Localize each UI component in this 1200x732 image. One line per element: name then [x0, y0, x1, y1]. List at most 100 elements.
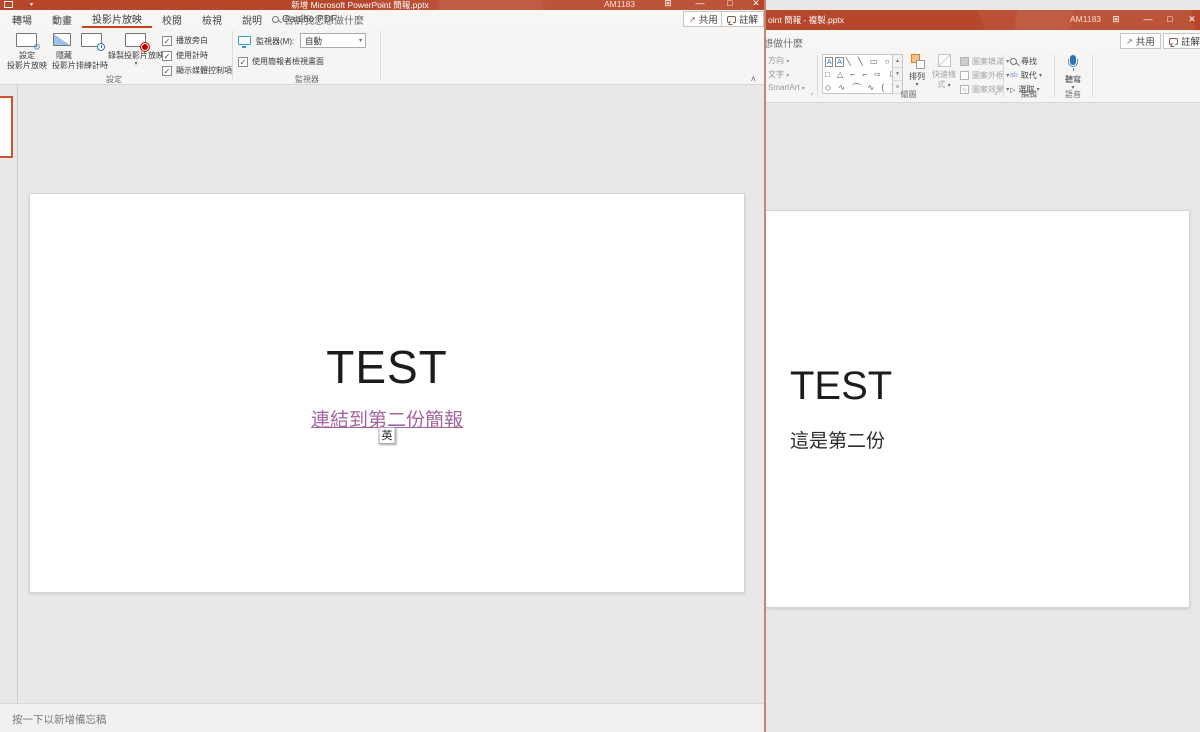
- monitor-icon: [238, 36, 251, 45]
- find-icon: [1010, 58, 1017, 65]
- shape-fill-button[interactable]: 圖案填滿 ▾: [960, 56, 1009, 67]
- arrange-button[interactable]: 排列 ▾: [905, 54, 929, 88]
- share-icon: ↗: [689, 15, 696, 24]
- close-icon[interactable]: ✕: [1184, 14, 1200, 25]
- shape-outline-icon: [960, 71, 969, 80]
- microphone-icon: [1067, 55, 1079, 73]
- comments-button[interactable]: 註解: [721, 11, 764, 27]
- account-name[interactable]: AM1183: [1070, 14, 1101, 24]
- ribbon-home: 方向 ▾ 文字 ▾ SmartArt ▾ ⌟ A A ╲ ╲ ▭ ○ □ △ ⌐…: [766, 52, 1200, 103]
- powerpoint-window-primary: ▾ 新增 Microsoft PowerPoint 簡報.pptx AM1183…: [0, 0, 766, 732]
- titlebar[interactable]: ▾ 新增 Microsoft PowerPoint 簡報.pptx AM1183…: [0, 0, 764, 10]
- scroll-up-icon[interactable]: ▴: [893, 55, 902, 68]
- tab-transitions[interactable]: 轉場: [2, 10, 42, 28]
- checkbox-icon: ✓: [238, 57, 248, 67]
- dictate-button[interactable]: 聽寫 ▾: [1060, 54, 1086, 91]
- editing-area: TEST 這是第二份: [766, 103, 1200, 732]
- setup-slideshow-button[interactable]: ⚙ 設定 投影片放映: [6, 30, 48, 78]
- group-label-setup: 設定: [0, 74, 228, 85]
- group-label-monitors: 監視器: [232, 74, 382, 85]
- vertical-textbox-shape-icon[interactable]: A: [835, 57, 843, 67]
- scroll-down-icon[interactable]: ▾: [893, 68, 902, 81]
- dialog-launcher-icon[interactable]: ⌟: [994, 88, 997, 96]
- smartart-button-cut[interactable]: SmartArt ▾: [768, 83, 805, 92]
- rehearse-timings-button[interactable]: 排練計時: [72, 30, 112, 78]
- record-caret-icon: ▾: [134, 61, 137, 67]
- ribbon-options-icon[interactable]: ⊞: [660, 0, 676, 9]
- window-title: 新增 Microsoft PowerPoint 簡報.pptx: [160, 0, 560, 10]
- dialog-launcher-icon[interactable]: ⌟: [810, 88, 813, 96]
- shapes-row2[interactable]: □ △ ⌐ ⌐ ⇨ ⇩: [823, 68, 892, 81]
- slide-thumbnail-1[interactable]: [0, 96, 13, 158]
- editing-area: TEST 連結到第二份簡報 英: [0, 85, 764, 703]
- replace-icon: ab: [1010, 72, 1018, 79]
- slide-title-text[interactable]: TEST: [30, 344, 744, 390]
- share-button[interactable]: ↗ 共用: [1120, 33, 1161, 49]
- notes-pane[interactable]: 按一下以新增備忘稿: [0, 703, 764, 732]
- minimize-icon[interactable]: —: [692, 0, 708, 8]
- notes-placeholder: 按一下以新增備忘稿: [12, 712, 107, 727]
- shapes-gallery-scrollbar[interactable]: ▴ ▾ ≡: [893, 54, 903, 94]
- quick-styles-button[interactable]: 快速樣 式 ▾: [931, 54, 957, 89]
- slide-canvas[interactable]: TEST 這是第二份: [766, 210, 1190, 608]
- account-name[interactable]: AM1183: [604, 0, 635, 9]
- presenter-view-checkbox[interactable]: ✓ 使用簡報者檢視畫面: [238, 56, 324, 67]
- play-narrations-checkbox[interactable]: ✓ 播放旁白: [162, 35, 208, 46]
- shape-fill-icon: [960, 57, 969, 66]
- quick-styles-icon: [938, 54, 951, 67]
- find-button[interactable]: 尋找: [1010, 56, 1037, 67]
- tab-slideshow[interactable]: 投影片放映: [82, 10, 152, 28]
- shape-outline-button[interactable]: 圖案外框 ▾: [960, 70, 1009, 81]
- slide-thumbnail-pane[interactable]: [0, 85, 18, 703]
- tell-me-text-cut: 想做什麼: [766, 35, 803, 50]
- comments-button[interactable]: 註解: [1163, 33, 1200, 49]
- arrange-icon: [909, 54, 926, 70]
- text-direction-button-cut[interactable]: 方向 ▾: [768, 55, 789, 66]
- share-icon: ↗: [1126, 37, 1133, 46]
- tab-view[interactable]: 檢視: [192, 10, 232, 28]
- close-icon[interactable]: ✕: [748, 0, 764, 9]
- slide-title-text[interactable]: TEST: [790, 366, 892, 406]
- ribbon-slideshow: ⚙ 設定 投影片放映 隱藏 投影片 排練計時 錄製投影片放映 ▾: [0, 28, 764, 85]
- textbox-shape-icon[interactable]: A: [825, 57, 833, 67]
- tell-me-text: 告訴我您想做什麼: [284, 12, 364, 27]
- group-label-drawing: 繪圖: [817, 89, 1000, 100]
- quick-access-caret-icon[interactable]: ▾: [30, 1, 33, 8]
- quick-access-icon[interactable]: [4, 1, 13, 8]
- powerpoint-window-secondary: oint 簡報 - 複製.pptx AM1183 ⊞ — □ ✕ 想做什麼 ↗ …: [766, 10, 1200, 732]
- ime-mode-badge: 英: [379, 427, 396, 444]
- tab-help[interactable]: 說明: [232, 10, 272, 28]
- search-icon: [272, 16, 279, 23]
- window-title: oint 簡報 - 複製.pptx: [768, 14, 844, 26]
- ribbon-tab-row: 想做什麼 ↗ 共用 註解: [766, 30, 1200, 52]
- ribbon-options-icon[interactable]: ⊞: [1108, 14, 1124, 25]
- collapse-ribbon-icon[interactable]: ˄: [751, 74, 756, 84]
- desktop: ▾ 新增 Microsoft PowerPoint 簡報.pptx AM1183…: [0, 0, 1200, 732]
- dropdown-caret-icon: ▾: [359, 37, 362, 44]
- comment-icon: [727, 16, 736, 23]
- tab-review[interactable]: 校閱: [152, 10, 192, 28]
- tab-animations[interactable]: 動畫: [42, 10, 82, 28]
- shapes-gallery[interactable]: A A ╲ ╲ ▭ ○ □ △ ⌐ ⌐ ⇨ ⇩ ◇ ∿ ⌒ ∿ { }: [822, 54, 893, 94]
- hide-slide-icon: [53, 33, 71, 46]
- monitor-dropdown[interactable]: 自動 ▾: [300, 33, 366, 48]
- use-timings-checkbox[interactable]: ✓ 使用計時: [162, 50, 208, 61]
- maximize-icon[interactable]: □: [1162, 14, 1178, 24]
- titlebar[interactable]: oint 簡報 - 複製.pptx AM1183 ⊞ — □ ✕: [766, 10, 1200, 30]
- minimize-icon[interactable]: —: [1140, 14, 1156, 24]
- monitor-field-label: 監視器(M):: [256, 36, 294, 47]
- share-button[interactable]: ↗ 共用: [683, 11, 724, 27]
- slide-subtitle-text[interactable]: 這是第二份: [790, 426, 885, 453]
- align-text-button-cut[interactable]: 文字 ▾: [768, 69, 789, 80]
- slide-canvas[interactable]: TEST 連結到第二份簡報 英: [29, 193, 745, 593]
- checkbox-icon: ✓: [162, 36, 172, 46]
- checkbox-icon: ✓: [162, 51, 172, 61]
- maximize-icon[interactable]: □: [722, 0, 738, 8]
- shapes-row1[interactable]: ╲ ╲ ▭ ○: [846, 57, 892, 66]
- ribbon-tab-row: 轉場 動畫 投影片放映 校閱 檢視 說明 Gaaiho PDF 告訴我您想做什麼…: [0, 10, 764, 28]
- tell-me-search[interactable]: 告訴我您想做什麼: [272, 10, 364, 28]
- group-label-voice: 語音: [1056, 89, 1090, 100]
- group-label-editing: 編輯: [1006, 89, 1052, 100]
- record-slideshow-button[interactable]: 錄製投影片放映 ▾: [112, 30, 160, 78]
- replace-button[interactable]: ab 取代 ▾: [1010, 70, 1042, 81]
